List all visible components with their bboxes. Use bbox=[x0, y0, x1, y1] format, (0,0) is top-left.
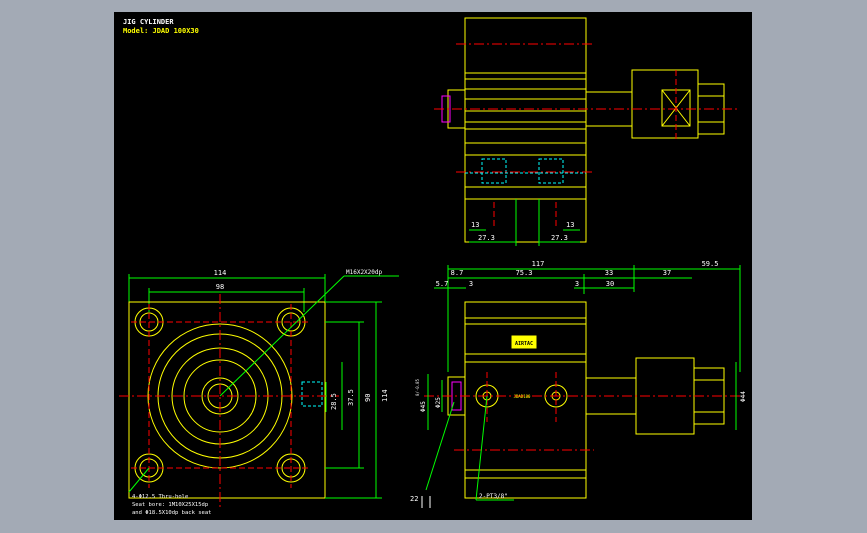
dim-overall-width: 114 bbox=[214, 269, 227, 277]
title-line-2: Model: JDAD 100X30 bbox=[123, 27, 199, 35]
cad-viewport: JIG CYLINDER Model: JDAD 100X30 13 13 27… bbox=[114, 12, 752, 520]
dim-overall-117: 117 bbox=[532, 260, 545, 268]
top-view-body-outline bbox=[464, 17, 587, 243]
dim-port-depth: 28.5 bbox=[330, 393, 338, 410]
dim-h3: 114 bbox=[381, 389, 389, 402]
dim-87: 8.7 bbox=[451, 269, 464, 277]
dim-3-left: 3 bbox=[469, 280, 473, 288]
callout-thread: M16X2X20dp bbox=[346, 269, 383, 276]
top-view-hidden-port bbox=[481, 158, 507, 184]
port-note: 2-PT3/8" bbox=[479, 493, 508, 500]
dim-top-r13: 13 bbox=[566, 221, 574, 229]
front-view bbox=[119, 274, 399, 507]
dim-rod-595: 59.5 bbox=[702, 260, 719, 268]
leader-22 bbox=[425, 401, 455, 491]
dim-753: 75.3 bbox=[516, 269, 533, 277]
note-line-2: Seat bore: 1M10X25X15dp bbox=[132, 502, 208, 508]
dim-30: 30 bbox=[606, 280, 614, 288]
title-line-1: JIG CYLINDER bbox=[123, 18, 174, 26]
dim-top-r273: 27.3 bbox=[551, 234, 568, 242]
note-line-1: 4-Φ12.5 Thru-hole bbox=[132, 494, 188, 500]
dim-bolt-pitch: 98 bbox=[216, 283, 224, 291]
dim-top-l13: 13 bbox=[471, 221, 479, 229]
side-small-label: JDAD100 bbox=[514, 394, 531, 399]
top-view-rod-end bbox=[631, 69, 699, 139]
dim-57: 5.7 bbox=[436, 280, 449, 288]
dim-22: 22 bbox=[410, 495, 418, 503]
dim-bore-rod: Φ45 bbox=[420, 401, 427, 412]
leader-holes bbox=[128, 467, 150, 493]
dim-bore-small: Φ25 bbox=[435, 397, 442, 408]
dim-h1: 37.5 bbox=[347, 389, 355, 406]
top-view bbox=[434, 17, 739, 246]
leader-ports bbox=[475, 395, 488, 501]
dim-head: Φ44 bbox=[740, 391, 747, 402]
dim-tolerance: 0/-0.05 bbox=[415, 379, 420, 396]
note-line-3: and Φ18.5X10dp back seat bbox=[132, 510, 211, 516]
title-block: JIG CYLINDER Model: JDAD 100X30 bbox=[123, 18, 199, 35]
dim-top-l273: 27.3 bbox=[478, 234, 495, 242]
cad-drawing: JIG CYLINDER Model: JDAD 100X30 13 13 27… bbox=[119, 17, 747, 516]
dim-33: 33 bbox=[605, 269, 613, 277]
side-view-body bbox=[464, 301, 587, 499]
top-view-hidden-port bbox=[538, 158, 564, 184]
dim-h2: 90 bbox=[364, 394, 372, 402]
front-hidden-port bbox=[301, 381, 323, 407]
dim-37: 37 bbox=[663, 269, 671, 277]
side-view bbox=[421, 265, 744, 508]
dim-3-right: 3 bbox=[575, 280, 579, 288]
brand-logo: AIRTAC bbox=[515, 341, 533, 347]
